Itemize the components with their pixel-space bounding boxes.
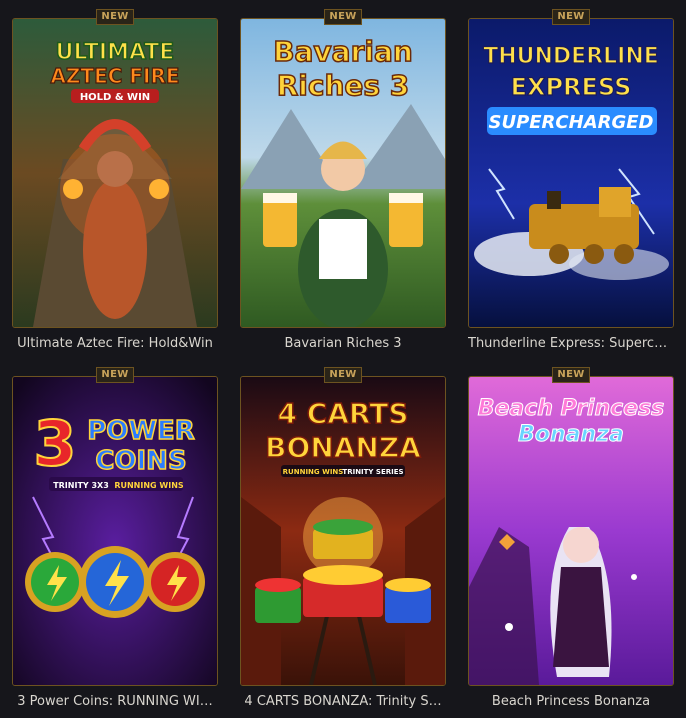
logo-line-4: TRINITY SERIES [342,468,403,476]
game-card-beach-princess-bonanza[interactable]: NEW Beach Princess Bonanza Beach Princes… [468,367,674,712]
new-badge: NEW [324,367,362,383]
game-thumbnail[interactable]: ULTIMATE AZTEC FIRE HOLD & WIN [12,18,218,328]
logo-line-1: Beach Princess [478,396,665,421]
game-thumbnail[interactable]: Beach Princess Bonanza [468,376,674,686]
game-card-bavarian-riches-3[interactable]: NEW Bavarian Riches 3 Bavarian Riches 3 [240,9,446,354]
game-card-thunderline-express[interactable]: NEW THUNDERLINE EXPRESS SUPERCHARGED Thu… [468,9,674,354]
game-thumbnail[interactable]: 3 POWER COINS TRINITY 3X3 RUNNING WINS [12,376,218,686]
new-badge: NEW [96,9,134,25]
game-thumbnail[interactable]: Bavarian Riches 3 [240,18,446,328]
logo-line-2: EXPRESS [511,73,632,101]
logo-line-5: RUNNING WINS [114,481,184,490]
game-title[interactable]: Ultimate Aztec Fire: Hold&Win [12,336,218,351]
logo-line-1: 4 CARTS [277,397,408,430]
logo-line-1: 3 [33,407,76,480]
new-badge: NEW [552,367,590,383]
game-title[interactable]: Beach Princess Bonanza [468,694,674,709]
game-grid: NEW ULTIMATE AZTEC FIRE HOLD & WIN Ultim… [0,0,686,718]
logo-line-3: SUPERCHARGED [488,112,653,133]
logo-line-3: COINS [95,446,186,476]
game-card-ultimate-aztec-fire[interactable]: NEW ULTIMATE AZTEC FIRE HOLD & WIN Ultim… [12,9,218,354]
logo-line-2: BONANZA [265,431,421,464]
game-title[interactable]: Bavarian Riches 3 [240,336,446,351]
logo-line-3: RUNNING WINS [283,468,344,476]
game-card-3-power-coins[interactable]: NEW 3 POWER COINS TRINITY 3X3 RUNNING WI… [12,367,218,712]
game-title[interactable]: Thunderline Express: Superch… [468,336,674,351]
logo-line-4: TRINITY 3X3 [53,481,109,490]
logo-line-3: HOLD & WIN [80,92,150,103]
logo-line-1: THUNDERLINE [483,44,659,69]
game-thumbnail[interactable]: 4 CARTS BONANZA RUNNING WINS TRINITY SER… [240,376,446,686]
logo-line-2: Riches 3 [277,69,410,102]
logo-line-2: POWER [87,416,195,446]
logo-line-1: Bavarian [273,35,413,68]
logo-line-2: AZTEC FIRE [50,64,179,88]
game-thumbnail[interactable]: THUNDERLINE EXPRESS SUPERCHARGED [468,18,674,328]
game-title[interactable]: 3 Power Coins: RUNNING WI… [12,694,218,709]
game-card-4-carts-bonanza[interactable]: NEW 4 CARTS BONANZA RUNNING WINS TRINITY… [240,367,446,712]
new-badge: NEW [324,9,362,25]
game-title[interactable]: 4 CARTS BONANZA: Trinity S… [240,694,446,709]
new-badge: NEW [96,367,134,383]
new-badge: NEW [552,9,590,25]
logo-line-2: Bonanza [518,422,624,447]
logo-line-1: ULTIMATE [56,40,175,65]
